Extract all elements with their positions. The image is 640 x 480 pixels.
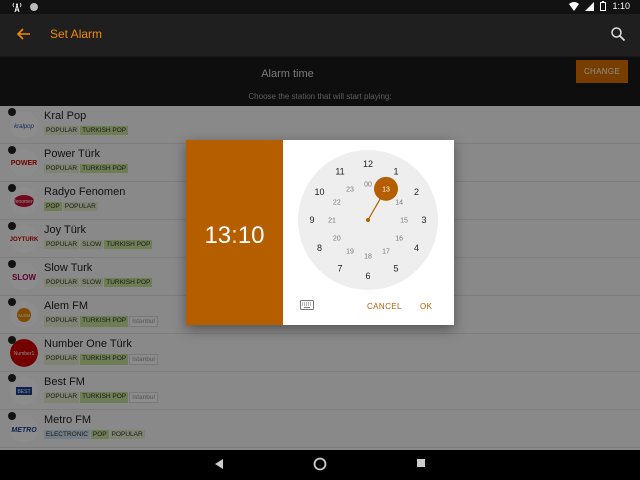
clock-hour-outer[interactable]: 2 [414,187,419,197]
clock-hour-outer[interactable]: 9 [309,215,314,225]
clock-hour-inner[interactable]: 00 [364,181,372,188]
back-arrow-icon[interactable] [14,24,34,44]
minute-display[interactable]: 10 [238,222,265,249]
clock-face[interactable]: 121234567891011001314151617181920212223 [298,150,438,290]
battery-icon [600,1,607,11]
clock-time: 1:10 [612,1,630,11]
selected-time: 13:10 [204,222,265,249]
clock-hour-inner[interactable]: 20 [333,235,341,242]
clock-hour-inner[interactable]: 23 [346,186,354,193]
recents-square-icon[interactable] [416,458,426,468]
home-circle-icon[interactable] [313,457,327,471]
clock-hour-outer[interactable]: 10 [314,187,324,197]
clock-hour-inner[interactable]: 21 [328,217,336,224]
clock-hour-inner[interactable]: 17 [382,249,390,256]
back-triangle-icon[interactable] [214,458,224,470]
clock-hour-outer[interactable]: 3 [421,215,426,225]
clock-center [366,218,370,222]
navigation-bar [0,450,640,480]
ok-button[interactable]: OK [420,302,432,311]
clock-hour-inner[interactable]: 19 [346,249,354,256]
clock-hour-outer[interactable]: 8 [317,243,322,253]
clock-hour-inner[interactable]: 13 [382,186,390,193]
clock-hour-inner[interactable]: 22 [333,199,341,206]
clock-hour-outer[interactable]: 1 [393,167,398,177]
keyboard-icon[interactable] [300,300,314,310]
search-icon[interactable] [610,26,626,42]
wifi-icon [569,1,580,11]
clock-hour-inner[interactable]: 18 [364,253,372,260]
time-picker-dialog: 13:10 12 1 2 3 4 5 6 7 8 9 10 11 00 13 14 15 16 17 18 19 20 2… [186,140,454,325]
clock-hour-outer[interactable]: 7 [337,264,342,274]
clock-hour-inner[interactable]: 15 [400,217,408,224]
clock-hour-inner[interactable]: 14 [395,199,403,206]
clock-hour-outer[interactable]: 6 [365,271,370,281]
clock-hour-outer[interactable]: 4 [414,243,419,253]
clock-hour-outer[interactable]: 12 [363,159,373,169]
signal-tower-icon [12,2,22,12]
status-bar: 1:10 [0,0,640,14]
cancel-button[interactable]: CANCEL [367,302,402,311]
clock-hour-outer[interactable]: 11 [335,167,344,177]
notification-dot-icon [30,3,38,11]
clock-hour-inner[interactable]: 16 [395,235,403,242]
cell-signal-icon [585,1,595,11]
app-bar: Set Alarm [0,14,640,56]
hour-display[interactable]: 13 [204,222,231,249]
page-title: Set Alarm [50,27,103,41]
clock-hour-outer[interactable]: 5 [393,264,398,274]
